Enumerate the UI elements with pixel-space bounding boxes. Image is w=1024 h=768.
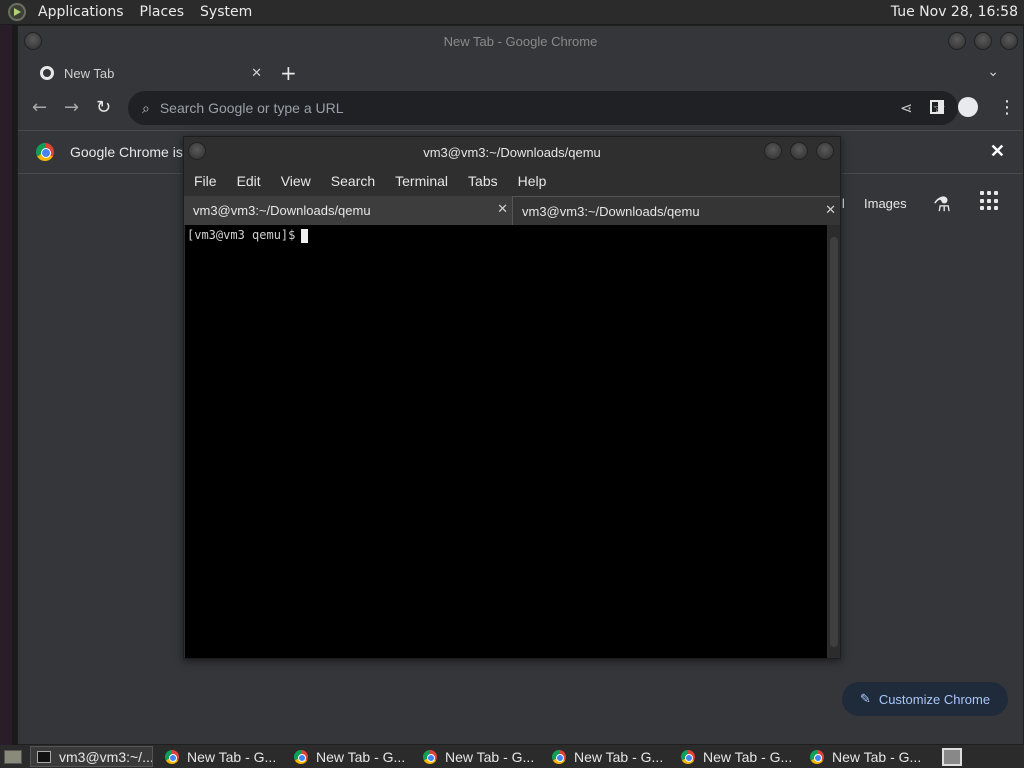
menu-tabs[interactable]: Tabs [468, 173, 498, 189]
taskbar-item-chrome[interactable]: New Tab - G... [288, 746, 411, 767]
labs-flask-icon[interactable]: ⚗ [933, 192, 951, 216]
search-icon: ⌕ [142, 99, 150, 116]
taskbar-label: New Tab - G... [316, 748, 406, 765]
terminal-cursor [301, 228, 309, 243]
show-desktop-icon[interactable] [4, 749, 22, 764]
taskbar-label: New Tab - G... [445, 748, 535, 765]
terminal-close-icon[interactable] [816, 142, 834, 160]
ntp-images-link[interactable]: Images [864, 196, 907, 211]
taskbar-item-chrome[interactable]: New Tab - G... [159, 746, 282, 767]
menu-system[interactable]: System [192, 4, 260, 20]
new-tab-button[interactable]: + [280, 61, 297, 85]
terminal-tab-label: vm3@vm3:~/Downloads/qemu [522, 203, 700, 219]
terminal-tab-2[interactable]: vm3@vm3:~/Downloads/qemu ✕ [512, 196, 840, 225]
customize-chrome-button[interactable]: ✎ Customize Chrome [842, 682, 1008, 716]
terminal-titlebar[interactable]: vm3@vm3:~/Downloads/qemu [184, 137, 840, 167]
chrome-icon [423, 749, 437, 764]
infobar-text: Google Chrome is [70, 144, 183, 160]
share-icon[interactable]: ⋖ [900, 99, 913, 117]
terminal-window: vm3@vm3:~/Downloads/qemu File Edit View … [183, 136, 841, 659]
menu-view[interactable]: View [281, 173, 311, 189]
reload-icon[interactable]: ↻ [96, 97, 111, 118]
chrome-window-title: New Tab - Google Chrome [443, 34, 598, 49]
omnibox[interactable]: ⌕ Search Google or type a URL ⋖ ☆ [128, 91, 958, 125]
minimize-icon[interactable] [948, 32, 966, 50]
google-apps-icon[interactable] [980, 191, 1000, 211]
infobar-close-icon[interactable]: ✕ [990, 141, 1005, 162]
chrome-icon [810, 749, 824, 764]
chrome-tab-new-tab[interactable]: New Tab ✕ [26, 58, 262, 88]
chrome-logo-icon [36, 143, 54, 161]
menu-edit[interactable]: Edit [237, 173, 261, 189]
panel-clock[interactable]: Tue Nov 28, 16:58 [891, 4, 1018, 20]
forward-icon[interactable]: → [64, 97, 79, 118]
taskbar-item-chrome[interactable]: New Tab - G... [546, 746, 669, 767]
menu-terminal[interactable]: Terminal [395, 173, 448, 189]
taskbar-item-chrome[interactable]: New Tab - G... [417, 746, 540, 767]
tab-title: New Tab [64, 65, 115, 81]
back-icon[interactable]: ← [32, 97, 47, 118]
tab-close-icon[interactable]: ✕ [251, 65, 262, 81]
terminal-icon [37, 750, 51, 763]
chrome-favicon-icon [40, 66, 54, 80]
terminal-tab-close-icon[interactable]: ✕ [497, 201, 508, 217]
menu-file[interactable]: File [194, 173, 217, 189]
desktop-edge [0, 25, 12, 745]
taskbar-label: vm3@vm3:~/... [59, 748, 153, 765]
omnibox-placeholder: Search Google or type a URL [159, 100, 344, 116]
chrome-icon [552, 749, 566, 764]
taskbar-label: New Tab - G... [187, 748, 277, 765]
taskbar-label: New Tab - G... [832, 748, 922, 765]
workspace-switcher-icon[interactable] [942, 747, 962, 766]
chrome-titlebar[interactable]: New Tab - Google Chrome [18, 26, 1023, 58]
pencil-icon: ✎ [859, 691, 871, 706]
tab-search-chevron-icon[interactable]: ⌄ [987, 64, 999, 80]
menu-places[interactable]: Places [132, 4, 193, 20]
menu-help[interactable]: Help [518, 173, 547, 189]
terminal-prompt: [vm3@vm3 qemu]$ [187, 228, 296, 242]
taskbar-item-chrome[interactable]: New Tab - G... [675, 746, 798, 767]
customize-label: Customize Chrome [878, 691, 991, 707]
terminal-tabbar: vm3@vm3:~/Downloads/qemu ✕ vm3@vm3:~/Dow… [184, 195, 840, 225]
terminal-tab-1[interactable]: vm3@vm3:~/Downloads/qemu ✕ [184, 196, 512, 225]
taskbar-item-terminal[interactable]: vm3@vm3:~/... [30, 746, 153, 767]
terminal-window-title: vm3@vm3:~/Downloads/qemu [423, 145, 601, 160]
terminal-tab-close-icon[interactable]: ✕ [825, 202, 836, 218]
terminal-output[interactable]: [vm3@vm3 qemu]$ [185, 225, 827, 658]
menu-applications[interactable]: Applications [30, 4, 132, 20]
chrome-tabbar: New Tab ✕ + ⌄ [18, 58, 1023, 88]
chrome-toolbar: ← → ↻ ⌕ Search Google or type a URL ⋖ ☆ … [18, 88, 1023, 130]
close-window-icon[interactable] [1000, 32, 1018, 50]
terminal-maximize-icon[interactable] [790, 142, 808, 160]
bottom-taskbar: vm3@vm3:~/... New Tab - G... New Tab - G… [0, 745, 1024, 768]
chrome-menu-icon[interactable]: ⋮ [998, 97, 1016, 118]
taskbar-label: New Tab - G... [703, 748, 793, 765]
mate-logo-icon[interactable] [8, 3, 26, 21]
chrome-icon [294, 749, 308, 764]
maximize-icon[interactable] [974, 32, 992, 50]
terminal-menubar: File Edit View Search Terminal Tabs Help [184, 167, 840, 195]
terminal-scrollbar[interactable] [828, 225, 840, 658]
taskbar-label: New Tab - G... [574, 748, 664, 765]
terminal-tab-label: vm3@vm3:~/Downloads/qemu [193, 203, 371, 218]
side-panel-icon[interactable] [930, 100, 944, 114]
chrome-icon [165, 749, 179, 764]
taskbar-item-chrome[interactable]: New Tab - G... [804, 746, 927, 767]
profile-avatar-icon[interactable] [958, 97, 978, 117]
terminal-minimize-icon[interactable] [764, 142, 782, 160]
top-panel: Applications Places System Tue Nov 28, 1… [0, 0, 1024, 25]
chrome-icon [681, 749, 695, 764]
menu-search[interactable]: Search [331, 173, 375, 189]
terminal-scrollbar-thumb[interactable] [830, 237, 838, 647]
